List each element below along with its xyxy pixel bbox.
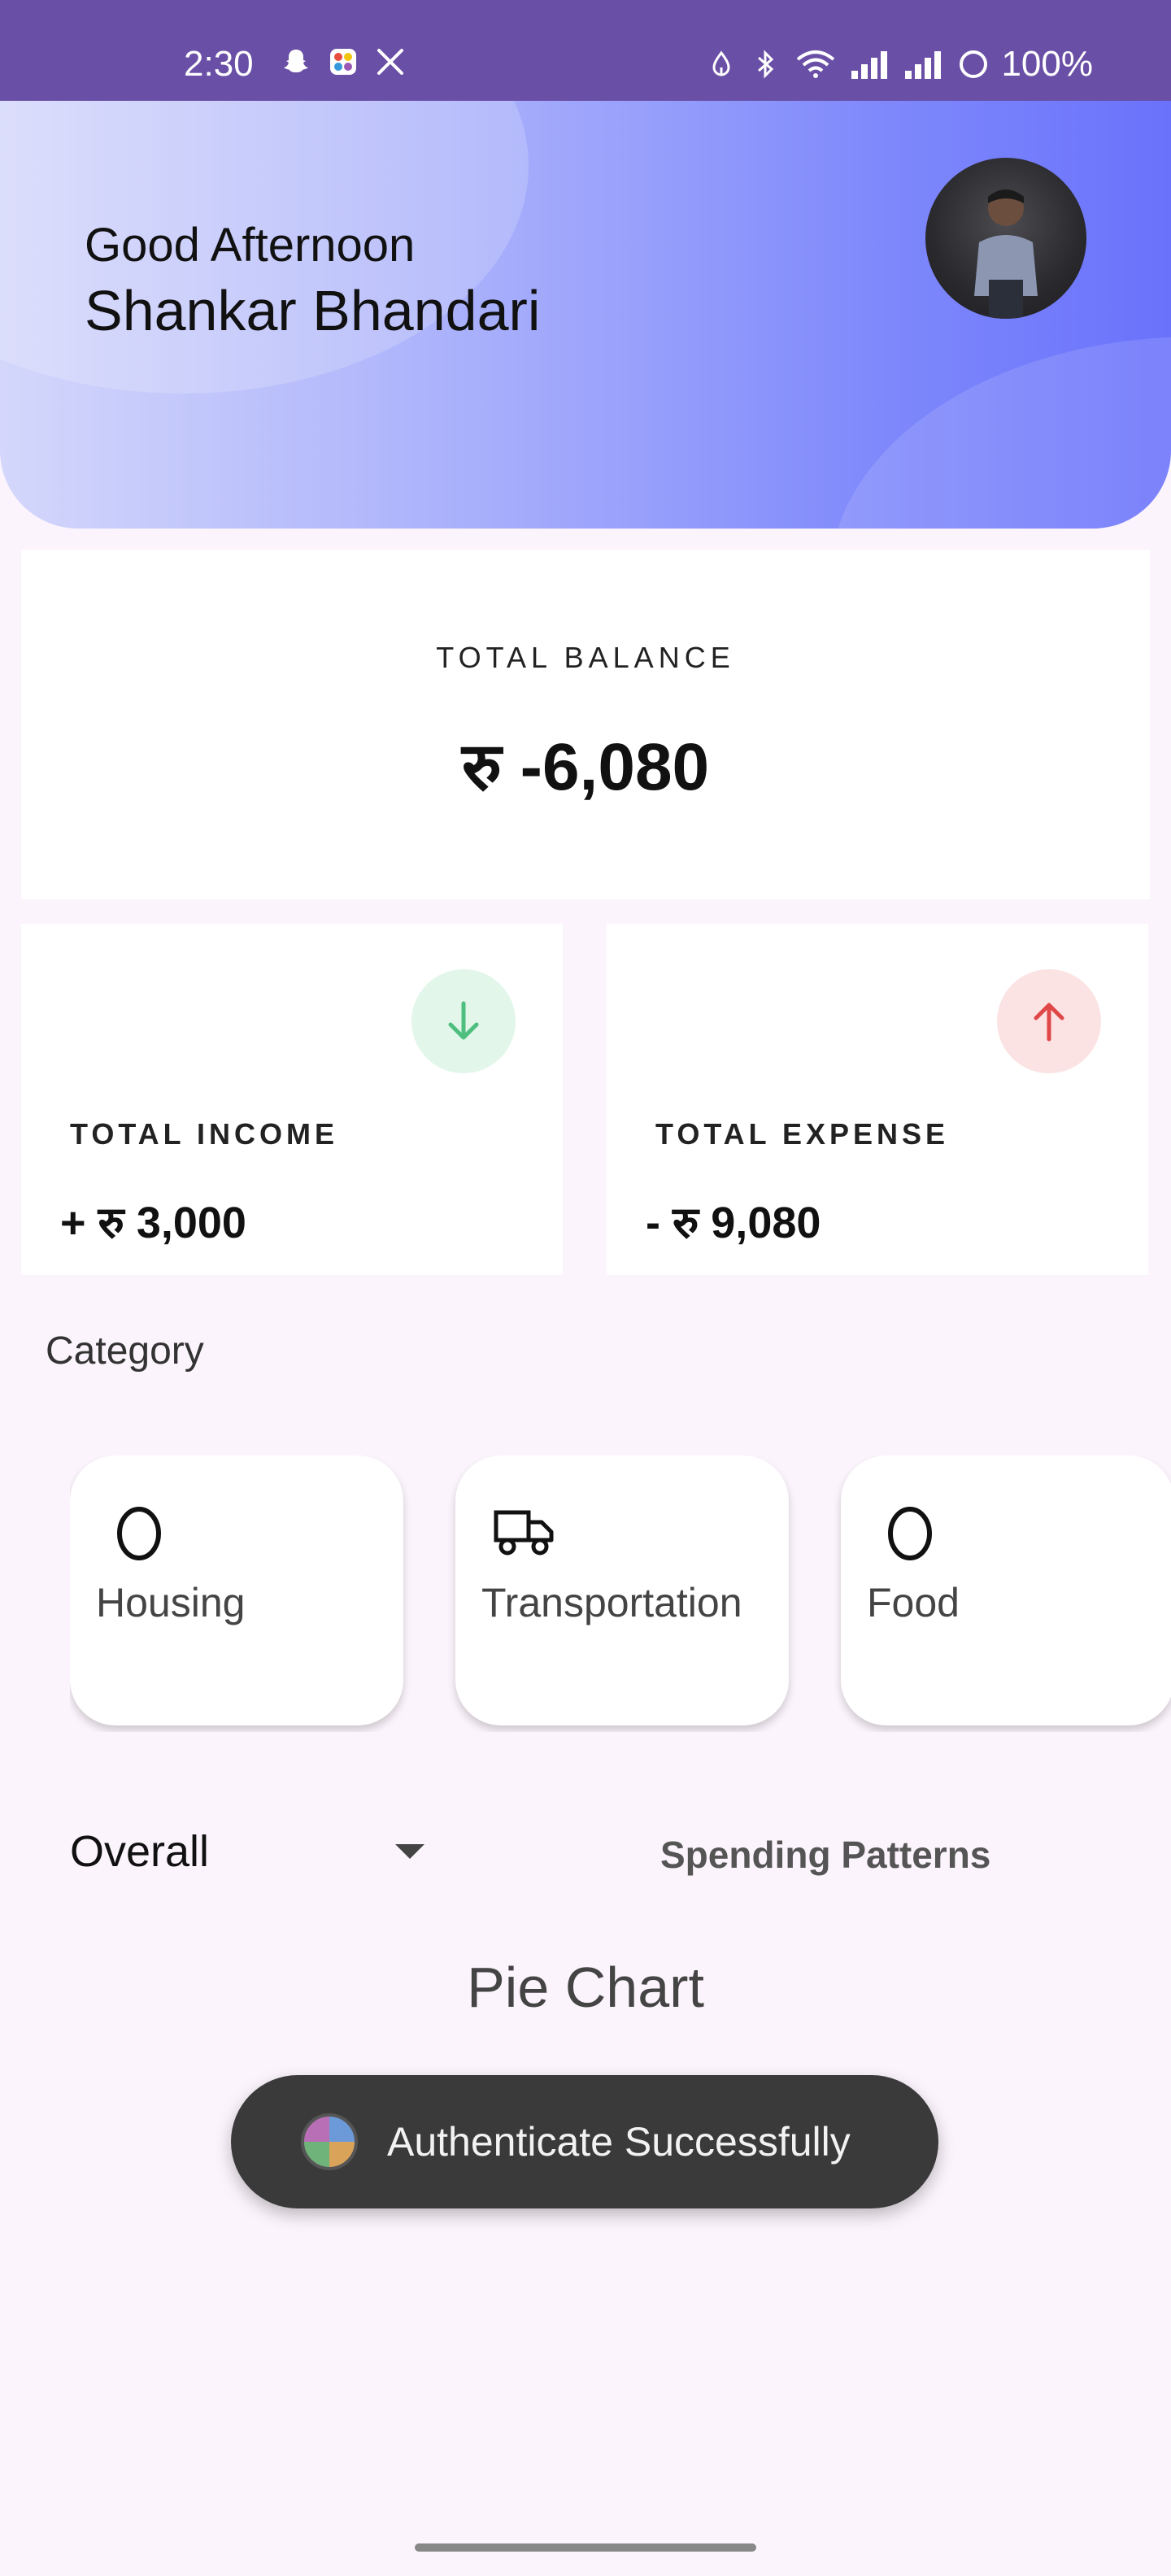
greeting: Good Afternoon [85, 219, 416, 272]
signal-icon [905, 51, 942, 79]
total-expense-card[interactable]: TOTAL EXPENSE - रु 9,080 [607, 924, 1148, 1275]
app-icon [301, 2113, 358, 2170]
status-left-icons [280, 46, 407, 78]
header: Good Afternoon Shankar Bhandari [0, 101, 1171, 529]
income-badge [411, 969, 516, 1073]
egg-icon [117, 1507, 161, 1560]
pie-chart-title: Pie Chart [467, 1956, 704, 2019]
data-saver-icon [712, 50, 730, 76]
wifi-icon [797, 50, 835, 78]
total-expense-label: TOTAL EXPENSE [655, 1117, 950, 1151]
total-balance-card: TOTAL BALANCE रु -6,080 [21, 550, 1150, 899]
total-balance-value: रु -6,080 [461, 730, 710, 804]
category-label: Housing [96, 1580, 246, 1625]
total-income-value: + रु 3,000 [60, 1199, 246, 1247]
spending-patterns-link[interactable]: Spending Patterns [660, 1833, 990, 1877]
toast: Authenticate Successfully [231, 2075, 938, 2208]
x-icon [377, 49, 403, 75]
battery-percent: 100% [1001, 44, 1093, 84]
status-bar: 2:30 100% [0, 0, 1171, 101]
home-indicator[interactable] [415, 2543, 756, 2552]
status-time: 2:30 [184, 44, 254, 84]
truck-icon [494, 1510, 554, 1556]
arrow-down-icon [448, 1001, 479, 1040]
category-card-housing[interactable]: Housing [70, 1456, 403, 1725]
egg-icon [888, 1507, 932, 1560]
total-income-label: TOTAL INCOME [70, 1117, 338, 1151]
arrow-up-icon [1034, 1003, 1064, 1042]
toast-message: Authenticate Successfully [387, 2119, 851, 2165]
person-icon [974, 189, 1038, 319]
total-income-card[interactable]: TOTAL INCOME + रु 3,000 [21, 924, 563, 1275]
status-right: 100% [705, 44, 1093, 85]
total-expense-value: - रु 9,080 [646, 1199, 821, 1247]
signal-icon [851, 51, 888, 79]
category-card-transportation[interactable]: Transportation [455, 1456, 789, 1725]
category-label: Transportation [481, 1580, 742, 1625]
period-dropdown-value: Overall [70, 1827, 210, 1876]
category-label: Food [867, 1580, 960, 1625]
user-name: Shankar Bhandari [85, 279, 541, 342]
snapchat-icon [284, 50, 308, 72]
period-dropdown[interactable]: Overall [70, 1815, 428, 1888]
app-grid-icon [330, 49, 356, 75]
total-balance-label: TOTAL BALANCE [436, 641, 735, 674]
expense-badge [997, 969, 1101, 1073]
category-list[interactable]: Housing Transportation Food [70, 1456, 1171, 1732]
category-title: Category [46, 1329, 204, 1373]
caret-down-icon [395, 1844, 424, 1859]
avatar[interactable] [925, 158, 1086, 319]
bluetooth-icon [758, 50, 774, 79]
category-card-food[interactable]: Food [841, 1456, 1171, 1725]
battery-icon [960, 50, 988, 78]
header-decoration [829, 337, 1171, 529]
